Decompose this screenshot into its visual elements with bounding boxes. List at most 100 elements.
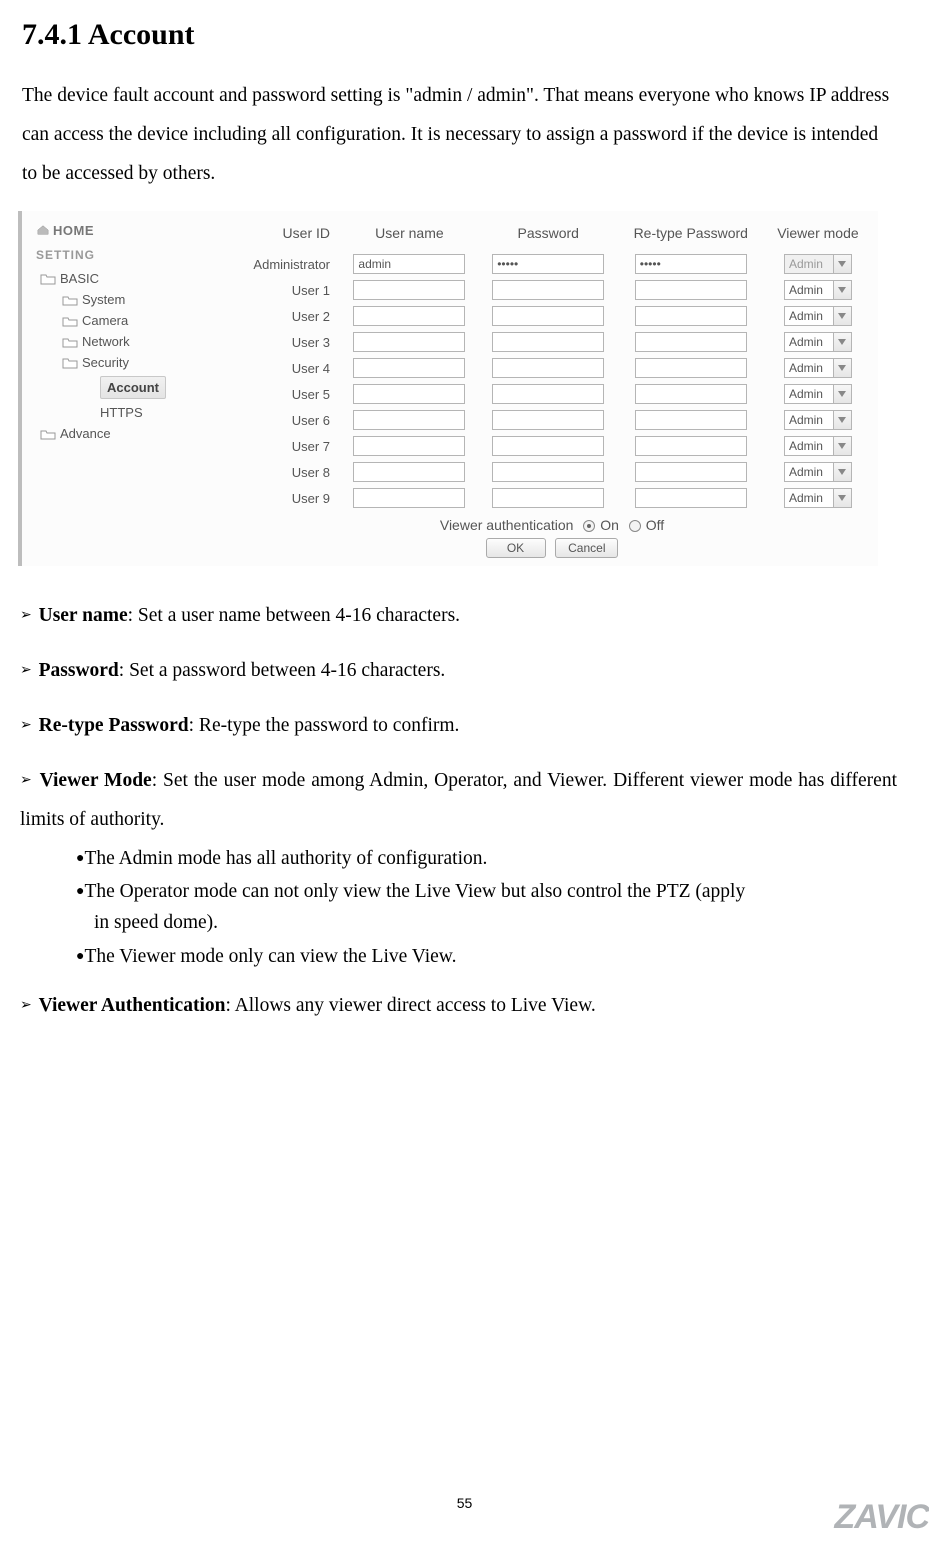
retype-input[interactable] (635, 306, 747, 326)
sidebar-network-label: Network (82, 334, 130, 349)
retype-input[interactable] (635, 358, 747, 378)
retype-input[interactable] (635, 462, 747, 482)
row-label: User 9 (232, 485, 340, 511)
viewer-mode-select[interactable]: Admin (784, 410, 852, 430)
sidebar-item-https[interactable]: HTTPS (36, 402, 216, 423)
viewer-mode-select[interactable]: Admin (784, 384, 852, 404)
viewer-mode-select[interactable]: Admin (784, 462, 852, 482)
sidebar-camera-label: Camera (82, 313, 128, 328)
password-input[interactable] (492, 384, 604, 404)
sidebar-item-basic[interactable]: BASIC (36, 268, 216, 289)
retype-input[interactable] (635, 436, 747, 456)
viewer-mode-select[interactable]: Admin (784, 306, 852, 326)
bullet-label: Password (39, 660, 119, 681)
sidebar-item-camera[interactable]: Camera (36, 310, 216, 331)
sub-bullet-operator: ●The Operator mode can not only view the… (76, 876, 897, 938)
password-input[interactable] (492, 358, 604, 378)
brand-watermark: ZAVIC (779, 1498, 929, 1537)
table-row: User 6 Admin (232, 407, 872, 433)
retype-input[interactable] (635, 488, 747, 508)
retype-input[interactable] (635, 332, 747, 352)
chevron-down-icon (833, 385, 851, 403)
viewer-mode-label: Admin (785, 359, 833, 377)
ok-button[interactable]: OK (486, 538, 546, 558)
sidebar-item-network[interactable]: Network (36, 331, 216, 352)
username-input[interactable] (353, 410, 465, 430)
chevron-down-icon (833, 333, 851, 351)
password-input[interactable] (492, 488, 604, 508)
sub-text-cont: in speed dome). (94, 907, 897, 938)
admin-retype-input[interactable] (635, 254, 747, 274)
table-row: User 1 Admin (232, 277, 872, 303)
page-title: 7.4.1 Account (22, 18, 897, 52)
username-input[interactable] (353, 462, 465, 482)
password-input[interactable] (492, 306, 604, 326)
username-input[interactable] (353, 280, 465, 300)
password-input[interactable] (492, 436, 604, 456)
sidebar-item-system[interactable]: System (36, 289, 216, 310)
bullet-label: Re-type Password (39, 715, 189, 736)
viewer-mode-select[interactable]: Admin (784, 488, 852, 508)
viewer-mode-label: Admin (785, 437, 833, 455)
bullet-text: : Set a user name between 4-16 character… (128, 605, 460, 626)
viewer-mode-label: Admin (785, 281, 833, 299)
row-label: Administrator (232, 251, 340, 277)
row-label: User 1 (232, 277, 340, 303)
password-input[interactable] (492, 462, 604, 482)
sub-text: The Viewer mode only can view the Live V… (84, 946, 456, 967)
username-input[interactable] (353, 306, 465, 326)
cancel-button[interactable]: Cancel (555, 538, 618, 558)
retype-input[interactable] (635, 280, 747, 300)
folder-icon (62, 335, 78, 349)
radio-off-label: Off (646, 517, 664, 533)
admin-password-input[interactable] (492, 254, 604, 274)
username-input[interactable] (353, 358, 465, 378)
sidebar-https-label: HTTPS (100, 405, 143, 420)
user-table: User ID User name Password Re-type Passw… (232, 219, 872, 511)
radio-off[interactable] (629, 520, 641, 532)
username-input[interactable] (353, 332, 465, 352)
bullet-label: Viewer Mode (40, 770, 152, 791)
admin-username-input[interactable] (353, 254, 465, 274)
chevron-down-icon (833, 359, 851, 377)
viewer-mode-select[interactable]: Admin (784, 358, 852, 378)
sidebar-security-label: Security (82, 355, 129, 370)
col-username: User name (340, 219, 479, 251)
folder-icon (62, 293, 78, 307)
sidebar-item-advance[interactable]: Advance (36, 423, 216, 444)
retype-input[interactable] (635, 384, 747, 404)
chevron-down-icon (833, 411, 851, 429)
username-input[interactable] (353, 436, 465, 456)
chevron-down-icon (833, 463, 851, 481)
retype-input[interactable] (635, 410, 747, 430)
sidebar-basic-label: BASIC (60, 271, 99, 286)
password-input[interactable] (492, 410, 604, 430)
triangle-bullet-icon: ➢ (20, 608, 32, 623)
sidebar-item-account[interactable]: Account (36, 373, 216, 402)
viewer-mode-select[interactable]: Admin (784, 436, 852, 456)
password-input[interactable] (492, 332, 604, 352)
viewer-mode-select[interactable]: Admin (784, 332, 852, 352)
bullet-text: : Set a password between 4-16 characters… (119, 660, 446, 681)
sidebar-item-security[interactable]: Security (36, 352, 216, 373)
bullet-text: : Set the user mode among Admin, Operato… (20, 770, 897, 830)
intro-paragraph: The device fault account and password se… (22, 76, 897, 193)
radio-on[interactable] (583, 520, 595, 532)
chevron-down-icon (833, 255, 851, 273)
row-label: User 5 (232, 381, 340, 407)
viewer-mode-label: Admin (785, 255, 833, 273)
chevron-down-icon (833, 307, 851, 325)
viewer-auth-label: Viewer authentication (440, 517, 574, 533)
password-input[interactable] (492, 280, 604, 300)
sub-bullet-admin: ●The Admin mode has all authority of con… (76, 843, 897, 874)
folder-open-icon (40, 272, 56, 286)
sub-text: The Admin mode has all authority of conf… (84, 848, 487, 869)
username-input[interactable] (353, 488, 465, 508)
username-input[interactable] (353, 384, 465, 404)
viewer-mode-select[interactable]: Admin (784, 280, 852, 300)
triangle-bullet-icon: ➢ (20, 773, 32, 788)
row-label: User 4 (232, 355, 340, 381)
bullet-viewer-auth: ➢ Viewer Authentication: Allows any view… (20, 986, 897, 1025)
bullet-retype: ➢ Re-type Password: Re-type the password… (20, 706, 897, 745)
sidebar-home[interactable]: HOME (36, 219, 216, 248)
